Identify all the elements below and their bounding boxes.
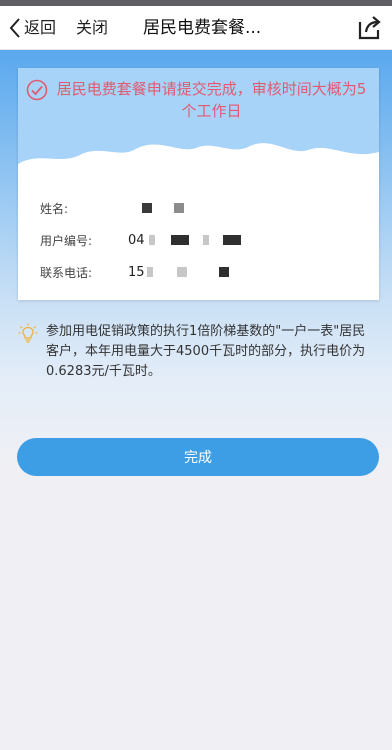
- share-button[interactable]: [356, 14, 384, 42]
- submit-message-text: 居民电费套餐申请提交完成，审核时间大概为5个工作日: [56, 80, 367, 120]
- result-card: 居民电费套餐申请提交完成，审核时间大概为5个工作日 姓名: 用户编号: 04 联…: [18, 68, 379, 300]
- card-edge-highlight: [130, 222, 240, 234]
- back-label: 返回: [24, 18, 57, 37]
- page-title: 居民电费套餐...: [143, 18, 262, 38]
- redacted-block: [202, 235, 209, 245]
- lightbulb-icon: [18, 323, 38, 343]
- field-user-number-label: 用户编号:: [40, 233, 93, 248]
- field-phone-value: 15: [128, 264, 145, 280]
- policy-notice: 参加用电促销政策的执行1倍阶梯基数的"一户一表"居民客户，本年用电量大于4500…: [18, 322, 378, 382]
- policy-notice-text: 参加用电促销政策的执行1倍阶梯基数的"一户一表"居民客户，本年用电量大于4500…: [46, 324, 366, 379]
- close-button[interactable]: 关闭: [76, 14, 108, 42]
- field-user-number-value: 04: [128, 232, 145, 248]
- field-phone: 联系电话: 15: [40, 262, 229, 282]
- field-name: 姓名:: [40, 198, 184, 218]
- redacted-block: [142, 203, 152, 213]
- done-button[interactable]: 完成: [17, 438, 379, 476]
- share-icon: [358, 16, 381, 40]
- field-phone-label: 联系电话:: [40, 265, 93, 280]
- cloud-decoration: [18, 143, 379, 198]
- field-name-label: 姓名:: [40, 201, 69, 216]
- redacted-block: [222, 235, 241, 245]
- redacted-block: [148, 235, 155, 245]
- submit-message: 居民电费套餐申请提交完成，审核时间大概为5个工作日: [18, 78, 379, 122]
- chevron-left-icon: [9, 18, 20, 38]
- redacted-block: [170, 235, 189, 245]
- check-circle-icon: [26, 79, 47, 101]
- redacted-block: [218, 267, 229, 277]
- redacted-block: [176, 267, 187, 277]
- redacted-block: [174, 203, 184, 213]
- back-button[interactable]: 返回: [8, 14, 56, 42]
- navigation-bar: 返回 关闭 居民电费套餐...: [0, 6, 392, 50]
- redacted-block: [146, 267, 153, 277]
